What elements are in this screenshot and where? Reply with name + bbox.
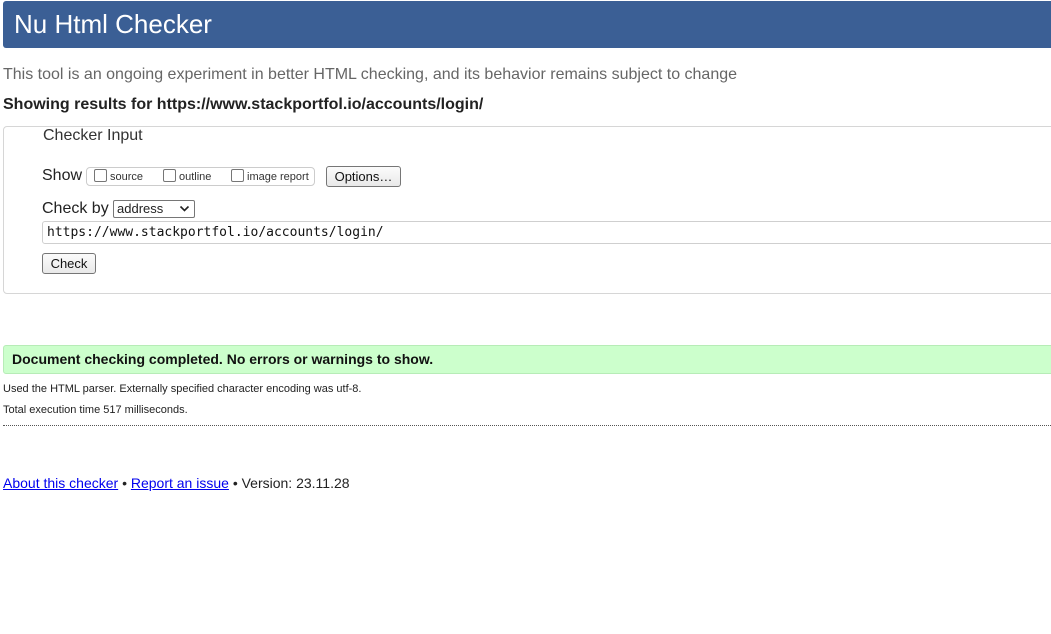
image-report-checkbox-label[interactable]: image report <box>247 171 309 184</box>
show-options-group: source outline image report <box>86 167 315 186</box>
success-message: Document checking completed. No errors o… <box>3 345 1051 374</box>
check-button[interactable]: Check <box>42 253 96 274</box>
execution-time: Total execution time 517 milliseconds. <box>3 404 188 416</box>
check-by-selected-value: address <box>117 201 164 216</box>
url-input[interactable]: https://www.stackportfol.io/accounts/log… <box>42 221 1051 244</box>
source-checkbox-label[interactable]: source <box>110 171 143 184</box>
footer-separator: • <box>232 475 238 491</box>
source-checkbox[interactable] <box>94 169 107 182</box>
image-report-checkbox[interactable] <box>231 169 244 182</box>
show-label: Show <box>42 167 83 184</box>
outline-checkbox-label[interactable]: outline <box>179 171 211 184</box>
tool-description: This tool is an ongoing experiment in be… <box>3 66 738 83</box>
version-text: Version: 23.11.28 <box>241 475 350 491</box>
chevron-down-icon <box>179 205 190 212</box>
showing-results-heading: Showing results for https://www.stackpor… <box>3 96 484 113</box>
footer-separator: • <box>122 475 127 491</box>
report-issue-link[interactable]: Report an issue <box>131 475 229 491</box>
check-by-select[interactable]: address <box>113 200 195 218</box>
checker-input-legend: Checker Input <box>40 127 146 145</box>
footer: About this checker • Report an issue • V… <box>3 475 350 491</box>
page-title: Nu Html Checker <box>14 9 212 39</box>
page: Nu Html Checker This tool is an ongoing … <box>0 0 1051 634</box>
outline-checkbox[interactable] <box>163 169 176 182</box>
options-button[interactable]: Options… <box>326 166 401 187</box>
check-by-label: Check by <box>42 200 109 217</box>
parser-info: Used the HTML parser. Externally specifi… <box>3 383 362 395</box>
divider <box>3 425 1051 426</box>
page-header: Nu Html Checker <box>3 1 1051 48</box>
about-checker-link[interactable]: About this checker <box>3 475 118 491</box>
